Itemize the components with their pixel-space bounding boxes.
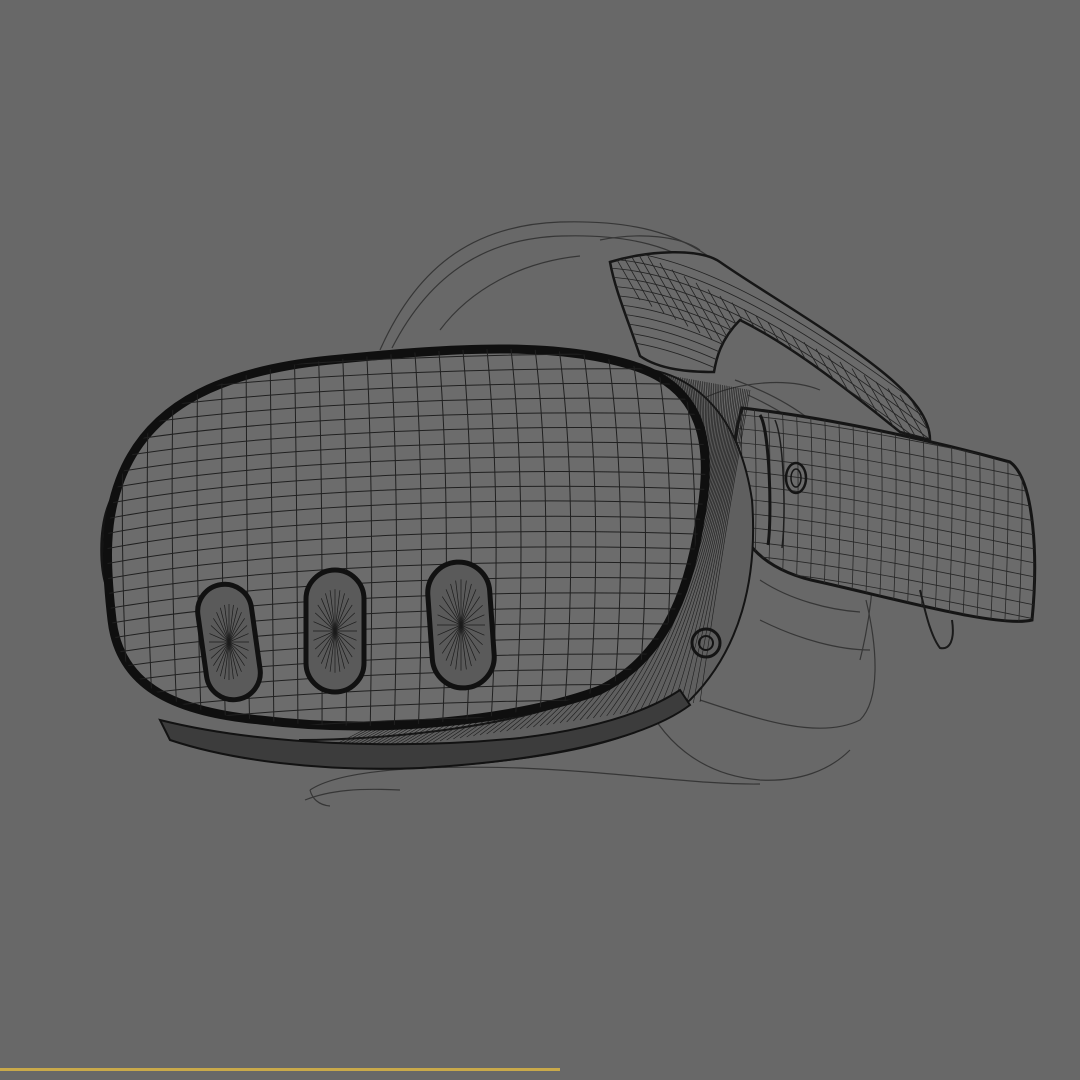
headset-wireframe: [100, 221, 1037, 807]
tracking-camera-right: [425, 559, 497, 691]
side-head-strap: [732, 406, 1037, 650]
tracking-camera-center: [303, 567, 367, 695]
3d-viewport[interactable]: [0, 0, 1080, 1080]
viewport-selection-edge: [0, 1068, 560, 1071]
